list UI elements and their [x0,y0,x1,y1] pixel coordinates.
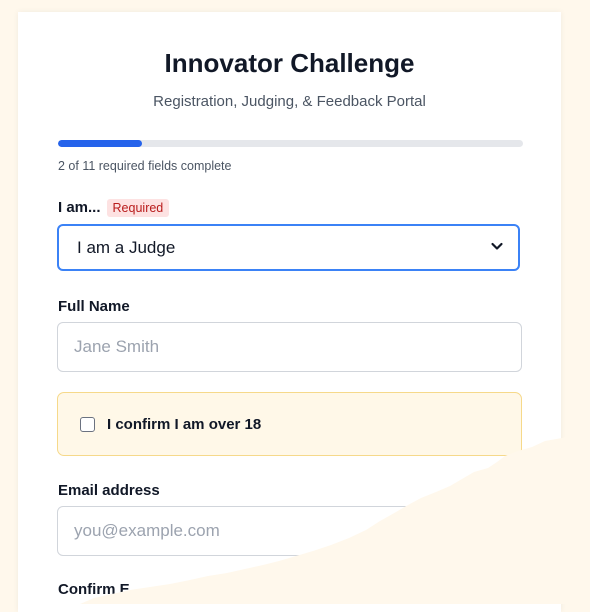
role-select[interactable]: I am a Judge [57,224,520,271]
age-confirm-checkbox[interactable] [80,416,95,432]
required-badge: Required [106,199,170,218]
email-input[interactable]: you@example.com [57,506,522,556]
full-name-input[interactable]: Jane Smith [57,322,522,372]
full-name-placeholder: Jane Smith [74,337,160,356]
email-placeholder: you@example.com [74,521,220,540]
email-label: Email address [58,482,160,499]
role-label: I am... Required [58,199,170,218]
chevron-down-icon [490,238,504,258]
page-title: Innovator Challenge [164,48,415,78]
registration-card: Innovator Challenge Registration, Judgin… [18,12,561,612]
confirm-email-label: Confirm E [58,581,130,598]
role-select-value: I am a Judge [77,237,176,257]
progress-bar [58,140,523,147]
page-subtitle: Registration, Judging, & Feedback Portal [153,93,426,110]
full-name-label: Full Name [58,298,130,315]
age-confirm-box: I confirm I am over 18 [57,392,522,456]
progress-bar-fill [58,140,142,147]
progress-text: 2 of 11 required fields complete [58,159,232,173]
role-label-text: I am... [58,199,101,216]
age-confirm-label[interactable]: I confirm I am over 18 [107,416,261,433]
